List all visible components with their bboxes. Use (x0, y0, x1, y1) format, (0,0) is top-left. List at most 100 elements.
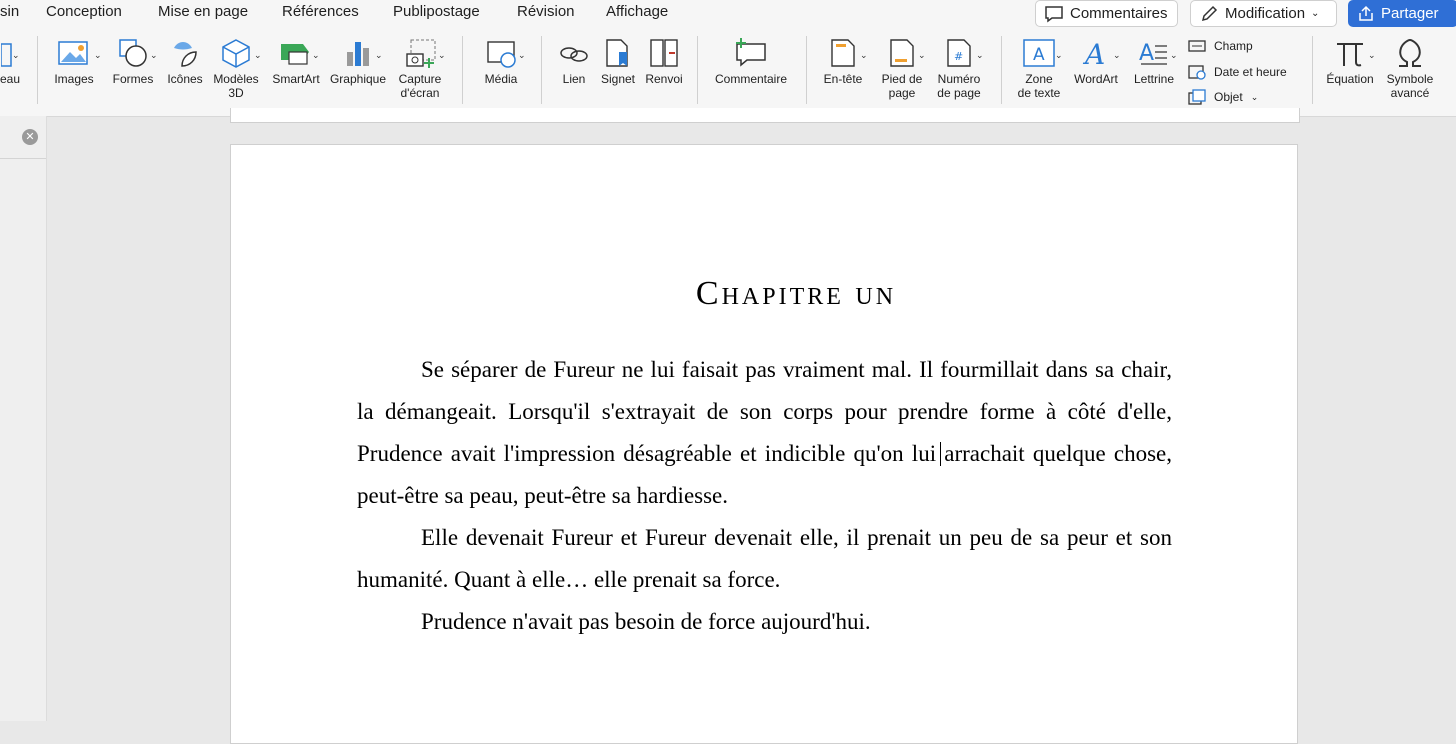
navigation-pane-header: ✕ (0, 116, 46, 159)
ribbon-separator (1312, 36, 1313, 104)
date-time-button[interactable]: Date et heure (1188, 64, 1287, 80)
tab-references[interactable]: Références (282, 3, 359, 20)
calendar-clock-icon (1188, 65, 1206, 80)
comments-button[interactable]: Commentaires (1035, 0, 1178, 27)
navigation-pane: ✕ (0, 116, 47, 721)
equation-button[interactable]: Équation (1322, 38, 1378, 86)
close-icon[interactable]: ✕ (22, 129, 38, 145)
ribbon-insert: eau ⌄ Images ⌄ Formes ⌄ Icônes Modèles 3… (0, 30, 1456, 117)
chart-button[interactable]: Graphique (326, 38, 390, 86)
editing-mode-button[interactable]: Modification ⌄ (1190, 0, 1337, 27)
ribbon-separator (697, 36, 698, 104)
footer-icon (890, 39, 914, 67)
ribbon-tab-bar: sin Conception Mise en page Références P… (0, 0, 1456, 30)
link-button[interactable]: Lien (553, 38, 595, 86)
screenshot-button[interactable]: Capture d'écran (390, 38, 450, 100)
previous-page-bottom (230, 108, 1300, 123)
chevron-down-icon: ⌄ (254, 50, 262, 60)
chevron-down-icon: ⌄ (12, 50, 20, 60)
svg-text:A: A (1139, 41, 1154, 66)
comment-bubble-icon (1045, 5, 1063, 22)
page-number-icon: # (947, 39, 971, 67)
wordart-button[interactable]: A WordArt (1068, 38, 1124, 86)
footer-button[interactable]: Pied de page (874, 38, 930, 100)
text-box-button[interactable]: A Zone de texte (1010, 38, 1068, 100)
chevron-down-icon: ⌄ (1250, 91, 1259, 102)
bookmark-icon (606, 39, 628, 67)
pencil-icon (1201, 5, 1218, 21)
svg-text:A: A (1033, 45, 1045, 65)
omega-icon (1399, 38, 1421, 67)
share-button-label: Partager (1381, 5, 1439, 22)
chevron-down-icon: ⌄ (312, 50, 320, 60)
header-button[interactable]: En-tête (816, 38, 870, 86)
add-comment-icon (736, 38, 766, 67)
svg-text:A: A (1082, 38, 1105, 68)
media-button[interactable]: Média (470, 38, 532, 86)
camera-icon (406, 39, 436, 68)
cube-icon (222, 39, 250, 68)
ribbon-separator (37, 36, 38, 104)
image-icon (58, 41, 88, 65)
shapes-icon (119, 39, 147, 67)
text-cursor (940, 442, 941, 466)
share-icon (1359, 5, 1373, 21)
ribbon-separator (541, 36, 542, 104)
text-box-icon: A (1023, 39, 1055, 67)
paragraph-1: Se séparer de Fureur ne lui faisait pas … (357, 357, 1172, 508)
images-button[interactable]: Images (46, 38, 102, 86)
chevron-down-icon: ⌄ (518, 50, 526, 60)
chevron-down-icon: ⌄ (860, 50, 868, 60)
shapes-button[interactable]: Formes (106, 38, 160, 86)
tab-conception[interactable]: Conception (46, 3, 122, 20)
page-number-button[interactable]: # Numéro de page (930, 38, 988, 100)
smartart-icon (281, 44, 309, 65)
chevron-down-icon: ⌄ (976, 50, 984, 60)
editing-mode-label: Modification (1225, 5, 1306, 22)
cross-reference-icon (650, 39, 678, 67)
chevron-down-icon: ⌄ (375, 50, 383, 60)
new-comment-button[interactable]: Commentaire (706, 38, 796, 86)
table-button[interactable]: eau (0, 38, 20, 86)
document-page[interactable]: Chapitre un Se séparer de Fureur ne lui … (230, 144, 1298, 744)
tab-mise-en-page[interactable]: Mise en page (158, 3, 248, 20)
chevron-down-icon: ⌄ (94, 50, 102, 60)
header-icon (831, 39, 855, 67)
field-icon (1188, 40, 1206, 52)
advanced-symbol-button[interactable]: Symbole avancé (1382, 38, 1438, 100)
bird-leaf-icon (174, 42, 197, 67)
tab-dessin[interactable]: sin (0, 3, 19, 20)
chevron-down-icon: ⌄ (1311, 8, 1320, 19)
drop-cap-button[interactable]: A Lettrine (1126, 38, 1182, 86)
chevron-down-icon: ⌄ (438, 50, 446, 60)
paragraph-2: Elle devenait Fureur et Fureur devenait … (357, 525, 1172, 592)
chevron-down-icon: ⌄ (1368, 50, 1376, 60)
icons-button[interactable]: Icônes (162, 38, 208, 86)
bookmark-button[interactable]: Signet (597, 38, 639, 86)
object-button[interactable]: Objet ⌄ (1188, 89, 1258, 105)
cross-reference-button[interactable]: Renvoi (641, 38, 687, 86)
chapter-title: Chapitre un (695, 275, 897, 312)
pi-icon (1337, 43, 1363, 67)
ribbon-separator (806, 36, 807, 104)
3d-models-button[interactable]: Modèles 3D (208, 38, 264, 100)
tab-revision[interactable]: Révision (517, 3, 575, 20)
field-button[interactable]: Champ (1188, 39, 1253, 53)
bar-chart-icon (347, 42, 369, 66)
tab-affichage[interactable]: Affichage (606, 3, 668, 20)
chevron-down-icon: ⌄ (1055, 50, 1063, 60)
ribbon-separator (462, 36, 463, 104)
paragraph-3: Prudence n'avait pas besoin de force auj… (421, 609, 871, 634)
chevron-down-icon: ⌄ (918, 50, 926, 60)
chevron-down-icon: ⌄ (1170, 50, 1178, 60)
drop-cap-icon: A (1139, 41, 1167, 66)
smartart-button[interactable]: SmartArt (266, 38, 326, 86)
wordart-icon: A (1082, 38, 1105, 68)
link-icon (560, 47, 588, 62)
comments-button-label: Commentaires (1070, 5, 1168, 22)
share-button[interactable]: Partager (1348, 0, 1456, 27)
ribbon-separator (1001, 36, 1002, 104)
tab-publipostage[interactable]: Publipostage (393, 3, 480, 20)
film-globe-icon (487, 41, 516, 68)
object-icon (1188, 89, 1206, 105)
